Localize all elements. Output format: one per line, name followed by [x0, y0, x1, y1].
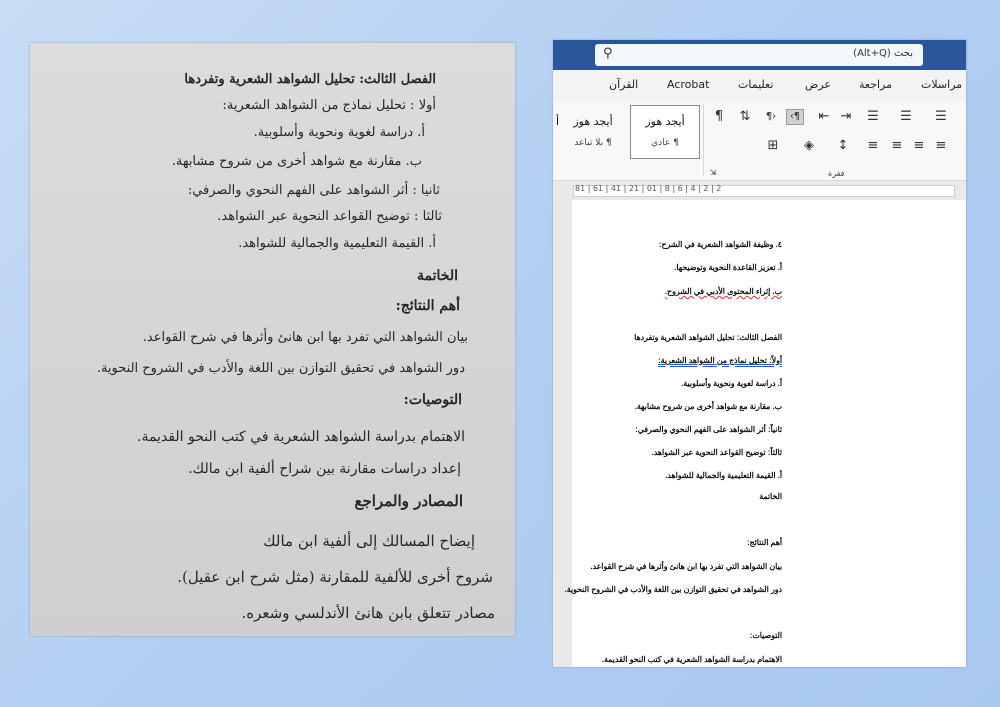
- doc-line: ثالثاً: توضيح القواعد النحوية عبر الشواه…: [651, 448, 782, 457]
- word-window: بحث (Alt+Q) ⚲ مراسلات مراجعة عرض تعليمات…: [553, 40, 966, 667]
- scan-line: أ. دراسة لغوية ونحوية وأسلوبية.: [253, 125, 425, 140]
- borders-icon[interactable]: ⊞: [765, 139, 781, 153]
- scan-line: مصادر تتعلق بابن هانئ الأندلسي وشعره.: [241, 604, 495, 622]
- doc-line: أهم النتائج:: [746, 538, 782, 547]
- tab-quran[interactable]: القرآن: [609, 78, 638, 91]
- ltr-mark-icon[interactable]: ¶›: [763, 110, 779, 124]
- search-icon: ⚲: [603, 46, 613, 61]
- search-box[interactable]: بحث (Alt+Q) ⚲: [595, 44, 923, 66]
- scan-line: شروح أخرى للألفية للمقارنة (مثل شرح ابن …: [177, 568, 493, 586]
- doc-line: أولاً: تحليل نماذج من الشواهد الشعرية:: [658, 356, 782, 365]
- style-preview: أيجد هوز: [645, 115, 685, 128]
- doc-line: ٤. وظيفة الشواهد الشعرية في الشرح:: [658, 240, 782, 249]
- style-name: ¶ عادي: [651, 138, 679, 148]
- scan-heading: التوصيات:: [403, 392, 462, 408]
- pilcrow-icon[interactable]: ¶: [711, 110, 727, 124]
- doc-line: ب. إثراء المحتوى الأدبي في الشروح.: [664, 287, 782, 296]
- align-right-icon[interactable]: ≡: [933, 139, 949, 153]
- scan-line: إيضاح المسالك إلى ألفية ابن مالك: [263, 532, 475, 550]
- doc-line: أ. تعزيز القاعدة النحوية وتوضيحها.: [674, 263, 782, 272]
- dialog-launcher-icon[interactable]: ⇲: [705, 166, 721, 180]
- align-left-icon[interactable]: ≡: [889, 139, 905, 153]
- style-no-spacing[interactable]: أيجد هوز ¶ بلا تباعد: [558, 105, 628, 159]
- doc-line: الاهتمام بدراسة الشواهد الشعرية في كتب ا…: [601, 655, 782, 664]
- paragraph-group-label: فقرة: [828, 169, 845, 178]
- scanned-document-photo: الفصل الثالث: تحليل الشواهد الشعرية وتفر…: [30, 43, 515, 636]
- scan-heading: أهم النتائج:: [395, 298, 460, 314]
- scan-line: ثالثا : توضيح القواعد النحوية عبر الشواه…: [217, 209, 442, 224]
- tab-review[interactable]: مراجعة: [859, 78, 892, 91]
- multilevel-list-icon[interactable]: ☰: [865, 110, 881, 124]
- align-center-icon[interactable]: ≡: [911, 139, 927, 153]
- line-spacing-icon[interactable]: ↕: [835, 139, 851, 153]
- doc-line: دور الشواهد في تحقيق التوازن بين اللغة و…: [564, 585, 782, 594]
- scan-line: دور الشواهد في تحقيق التوازن بين اللغة و…: [96, 361, 465, 376]
- scan-heading: الخاتمة: [417, 268, 458, 284]
- ribbon-tabs: مراسلات مراجعة عرض تعليمات Acrobat القرآ…: [553, 70, 966, 102]
- doc-line: بيان الشواهد التي تفرد بها ابن هانئ وأثر…: [590, 562, 782, 571]
- ruler[interactable]: 81 | 61 | 41 | 21 | 01 | 8 | 6 | 4 | 2 |…: [553, 181, 966, 199]
- shading-icon[interactable]: ◈: [801, 139, 817, 153]
- align-justify-icon[interactable]: ≡: [865, 139, 881, 153]
- scan-line: إعداد دراسات مقارنة بين شراح ألفية ابن م…: [188, 461, 461, 477]
- increase-indent-icon[interactable]: ⇥: [838, 110, 854, 124]
- numbered-list-icon[interactable]: ☰: [898, 110, 914, 124]
- style-preview: أيجد هوز: [573, 115, 613, 128]
- scan-line: أ. القيمة التعليمية والجمالية للشواهد.: [238, 236, 436, 251]
- decrease-indent-icon[interactable]: ⇤: [816, 110, 832, 124]
- tab-view[interactable]: عرض: [805, 78, 831, 91]
- style-preview: أ: [556, 115, 560, 128]
- doc-line: ب. مقارنة مع شواهد أخرى من شروح مشابهة.: [634, 402, 782, 411]
- scan-line: ثانيا : أثر الشواهد على الفهم النحوي وال…: [187, 183, 440, 198]
- style-normal[interactable]: أيجد هوز ¶ عادي: [630, 105, 700, 159]
- document-page[interactable]: ٤. وظيفة الشواهد الشعرية في الشرح: أ. تع…: [565, 200, 966, 667]
- scan-line: ب. مقارنة مع شواهد أخرى من شروح مشابهة.: [171, 154, 422, 169]
- tab-help[interactable]: تعليمات: [738, 78, 773, 91]
- doc-line: أ. دراسة لغوية ونحوية وأسلوبية.: [681, 379, 782, 388]
- bullet-list-icon[interactable]: ☰: [933, 110, 949, 124]
- rtl-mark-icon[interactable]: ‹¶: [786, 109, 804, 125]
- doc-line: الخاتمة: [759, 492, 782, 501]
- search-placeholder: بحث (Alt+Q): [853, 48, 913, 59]
- group-divider: [703, 104, 704, 176]
- tab-acrobat[interactable]: Acrobat: [667, 78, 709, 91]
- scan-line: الفصل الثالث: تحليل الشواهد الشعرية وتفر…: [184, 72, 436, 87]
- doc-line: ثانياً: أثر الشواهد على الفهم النحوي وال…: [635, 425, 782, 434]
- tab-mailings[interactable]: مراسلات: [921, 78, 962, 91]
- scan-heading: المصادر والمراجع: [354, 492, 464, 510]
- ribbon: أيجد هوز ¶ عادي أيجد هوز ¶ بلا تباعد أ ¶…: [553, 102, 966, 181]
- scan-line: بيان الشواهد التي تفرد بها ابن هانئ وأثر…: [142, 330, 468, 345]
- doc-line: التوصيات:: [749, 631, 782, 640]
- ruler-numbers: 81 | 61 | 41 | 21 | 01 | 8 | 6 | 4 | 2 |…: [575, 184, 722, 193]
- title-bar: بحث (Alt+Q) ⚲: [553, 40, 966, 70]
- doc-line: الفصل الثالث: تحليل الشواهد الشعرية وتفر…: [634, 333, 782, 342]
- style-more[interactable]: أ: [553, 105, 563, 159]
- doc-line: أ. القيمة التعليمية والجمالية للشواهد.: [665, 471, 782, 480]
- sort-icon[interactable]: ⇅: [737, 110, 753, 124]
- scan-line: أولا : تحليل نماذج من الشواهد الشعرية:: [222, 98, 436, 113]
- style-name: ¶ بلا تباعد: [574, 138, 612, 148]
- scan-line: الاهتمام بدراسة الشواهد الشعرية في كتب ا…: [137, 429, 465, 445]
